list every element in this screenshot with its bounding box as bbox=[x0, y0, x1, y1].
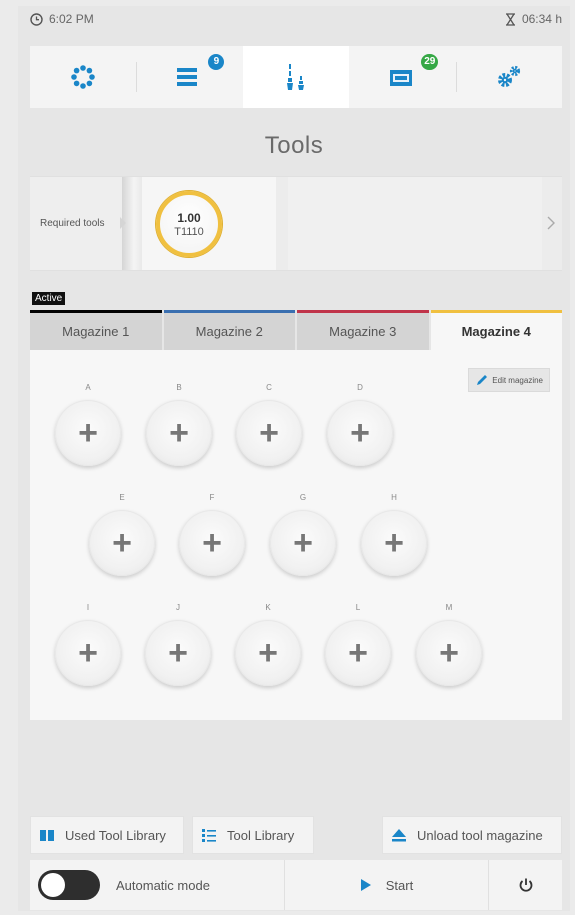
tools-icon bbox=[287, 64, 305, 90]
main-nav: 9 29 bbox=[30, 46, 562, 108]
slot-c: C + bbox=[234, 382, 304, 466]
add-tool-button[interactable]: + bbox=[235, 620, 301, 686]
clock-display: 6:02 PM bbox=[30, 12, 94, 26]
slot-k: K + bbox=[233, 602, 303, 686]
automatic-mode-label: Automatic mode bbox=[116, 877, 210, 893]
slot-g: G + bbox=[268, 492, 338, 576]
slot-label: J bbox=[176, 603, 180, 612]
add-tool-button[interactable]: + bbox=[270, 510, 336, 576]
slot-label: K bbox=[265, 603, 271, 612]
status-bar: 6:02 PM 06:34 h bbox=[18, 6, 570, 32]
slot-d: D + bbox=[325, 382, 395, 466]
jobs-badge: 9 bbox=[208, 54, 225, 70]
slot-a: A + bbox=[53, 382, 123, 466]
add-tool-button[interactable]: + bbox=[361, 510, 427, 576]
slot-m: M + bbox=[414, 602, 484, 686]
used-tool-library-label: Used Tool Library bbox=[65, 827, 166, 843]
chevron-right-icon[interactable] bbox=[546, 215, 556, 231]
eject-icon bbox=[392, 829, 406, 842]
toggle-knob bbox=[41, 873, 65, 897]
clock-icon bbox=[30, 12, 43, 26]
nav-materials[interactable]: 29 bbox=[349, 46, 455, 108]
timer-text: 06:34 h bbox=[521, 12, 562, 26]
add-tool-button[interactable]: + bbox=[55, 620, 121, 686]
tab-magazine-3[interactable]: Magazine 3 bbox=[297, 310, 429, 350]
play-icon bbox=[360, 879, 371, 891]
tool-library-button[interactable]: Tool Library bbox=[192, 816, 314, 854]
page-title: Tools bbox=[264, 132, 324, 159]
required-tool-item[interactable]: 1.00 T1110 bbox=[156, 191, 222, 257]
bottom-bar: Automatic mode Start bbox=[30, 860, 562, 910]
add-tool-button[interactable]: + bbox=[55, 400, 121, 466]
materials-badge: 29 bbox=[421, 54, 439, 70]
app-frame: 6:02 PM 06:34 h 9 29 Tools Required tool… bbox=[18, 6, 570, 911]
slot-label: I bbox=[86, 603, 90, 612]
required-tool-value: 1.00 bbox=[177, 210, 201, 225]
material-icon bbox=[390, 70, 413, 86]
library-list-icon bbox=[202, 829, 216, 842]
slot-i: I + bbox=[53, 602, 123, 686]
timer-display: 06:34 h bbox=[505, 12, 562, 26]
nav-tools[interactable] bbox=[242, 46, 350, 108]
slot-label: C bbox=[266, 383, 272, 392]
required-tools-empty-panel bbox=[288, 177, 542, 270]
magazine-tabs: Magazine 1 Magazine 2 Magazine 3 Magazin… bbox=[30, 310, 562, 350]
slot-label: A bbox=[85, 383, 91, 392]
nav-settings[interactable] bbox=[455, 46, 562, 108]
power-button[interactable] bbox=[488, 860, 562, 910]
slot-f: F + bbox=[177, 492, 247, 576]
slot-label: H bbox=[391, 493, 397, 502]
power-icon bbox=[519, 878, 532, 892]
edit-magazine-label: Edit magazine bbox=[492, 375, 543, 385]
magazine-panel: Edit magazine A + B + C + D + E + F + G bbox=[30, 350, 562, 720]
nav-machine[interactable] bbox=[30, 46, 136, 108]
add-tool-button[interactable]: + bbox=[89, 510, 155, 576]
slot-label: E bbox=[119, 493, 125, 502]
hourglass-icon bbox=[505, 12, 515, 26]
slot-h: H + bbox=[359, 492, 429, 576]
tool-library-label: Tool Library bbox=[227, 827, 295, 843]
automatic-mode-control: Automatic mode bbox=[30, 860, 284, 910]
pencil-icon bbox=[477, 375, 488, 385]
start-label: Start bbox=[385, 877, 414, 893]
add-tool-button[interactable]: + bbox=[146, 400, 212, 466]
slot-label: F bbox=[209, 493, 215, 502]
add-tool-button[interactable]: + bbox=[236, 400, 302, 466]
tab-magazine-4[interactable]: Magazine 4 bbox=[430, 310, 562, 350]
book-icon bbox=[40, 830, 54, 841]
start-button[interactable]: Start bbox=[284, 860, 488, 910]
slot-l: L + bbox=[323, 602, 393, 686]
slot-label: L bbox=[355, 603, 361, 612]
slot-b: B + bbox=[144, 382, 214, 466]
required-tool-id: T1110 bbox=[174, 225, 204, 238]
add-tool-button[interactable]: + bbox=[145, 620, 211, 686]
clock-text: 6:02 PM bbox=[49, 12, 94, 26]
slot-e: E + bbox=[87, 492, 157, 576]
add-tool-button[interactable]: + bbox=[325, 620, 391, 686]
add-tool-button[interactable]: + bbox=[327, 400, 393, 466]
slot-label: D bbox=[357, 383, 363, 392]
unload-magazine-button[interactable]: Unload tool magazine bbox=[382, 816, 562, 854]
active-label: Active bbox=[32, 292, 66, 305]
required-tools-strip: Required tools 1.00 T1110 bbox=[30, 176, 562, 271]
required-tools-pointer bbox=[120, 217, 126, 229]
add-tool-button[interactable]: + bbox=[179, 510, 245, 576]
machine-status-icon bbox=[71, 65, 96, 89]
slot-j: J + bbox=[143, 602, 213, 686]
slot-label: M bbox=[445, 603, 453, 612]
required-tools-label: Required tools bbox=[30, 177, 126, 270]
nav-jobs[interactable]: 9 bbox=[136, 46, 242, 108]
edit-magazine-button[interactable]: Edit magazine bbox=[468, 368, 550, 392]
settings-gears-icon bbox=[497, 65, 520, 87]
slot-label: B bbox=[176, 383, 182, 392]
add-tool-button[interactable]: + bbox=[416, 620, 482, 686]
slot-label: G bbox=[299, 493, 307, 502]
tab-magazine-1[interactable]: Magazine 1 bbox=[30, 310, 162, 350]
automatic-mode-toggle[interactable] bbox=[38, 870, 100, 900]
used-tool-library-button[interactable]: Used Tool Library bbox=[30, 816, 184, 854]
job-list-icon bbox=[176, 68, 197, 86]
tab-magazine-2[interactable]: Magazine 2 bbox=[163, 310, 295, 350]
unload-magazine-label: Unload tool magazine bbox=[417, 827, 543, 843]
